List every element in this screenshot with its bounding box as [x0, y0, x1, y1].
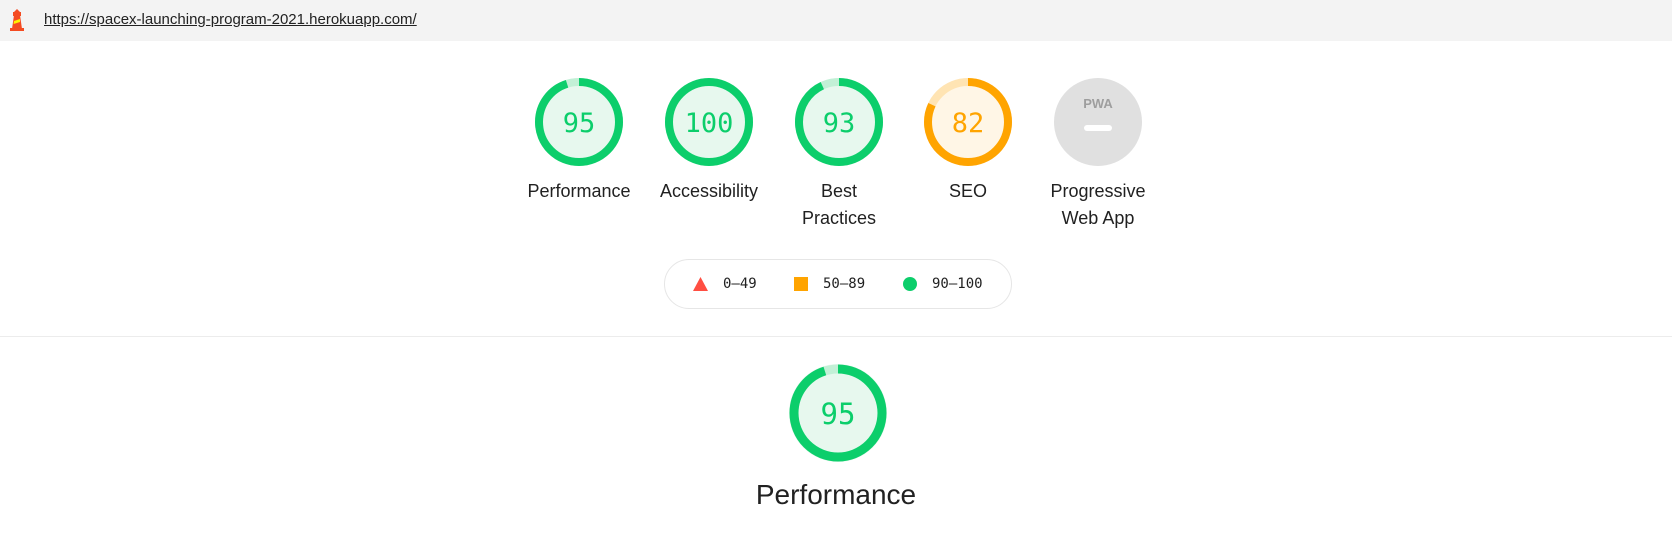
gauge-accessibility-ring: 100 [665, 78, 753, 166]
score-legend: 0–49 50–89 90–100 [664, 259, 1012, 309]
gauge-score: 95 [563, 108, 596, 139]
gauge-accessibility[interactable]: 100 Accessibility [639, 78, 779, 205]
gauge-best-practices[interactable]: 93 Best Practices [769, 78, 909, 232]
legend-marker [794, 277, 808, 291]
gauge-score: 82 [952, 108, 985, 139]
legend-marker [903, 277, 917, 291]
gauge-seo-ring: 82 [924, 78, 1012, 166]
gauge-label-line: Accessibility [659, 181, 759, 201]
report-url-link[interactable]: https://spacex-launching-program-2021.he… [44, 11, 417, 28]
gauge-label-line: Performance [527, 181, 631, 201]
gauge-label-line: Best [820, 181, 858, 201]
gauge-seo[interactable]: 82 SEO [898, 78, 1038, 205]
gauge-performance[interactable]: 95 Performance [509, 78, 649, 205]
gauge-label: Performance [509, 178, 649, 205]
section-divider [0, 336, 1672, 337]
gauge-best-practices-ring: 93 [795, 78, 883, 166]
gauge-label: Best Practices [769, 178, 909, 232]
gauge-score: 95 [821, 397, 856, 431]
gauge-label: SEO [898, 178, 1038, 205]
category-gauge-ring: 95 [789, 364, 887, 462]
lighthouse-icon [10, 9, 24, 31]
pwa-badge-background [1054, 78, 1142, 166]
legend-marker [693, 277, 708, 291]
dash-icon [1084, 125, 1112, 131]
gauge-label: Accessibility [639, 178, 779, 205]
legend-range-fail: 0–49 [723, 276, 757, 292]
pwa-badge-text: PWA [1083, 96, 1113, 111]
gauge-performance-ring: 95 [535, 78, 623, 166]
report-url-bar: https://spacex-launching-program-2021.he… [0, 0, 1672, 41]
legend-range-pass: 90–100 [932, 276, 983, 292]
gauge-pwa[interactable]: PWA Progressive Web App [1028, 78, 1168, 232]
square-icon [794, 277, 808, 291]
triangle-icon [693, 277, 708, 291]
pwa-badge: PWA [1054, 78, 1142, 166]
category-gauge-performance[interactable]: 95 [768, 364, 908, 462]
gauge-label-line: Web App [1061, 208, 1135, 228]
category-title: Performance [755, 479, 917, 510]
circle-icon [903, 277, 917, 291]
gauge-score: 93 [823, 108, 856, 139]
gauge-label-line: Practices [801, 208, 877, 228]
gauge-label-line: Progressive [1050, 181, 1146, 201]
gauge-score: 100 [685, 108, 734, 139]
gauge-label-line: SEO [948, 181, 987, 201]
legend-range-average: 50–89 [823, 276, 866, 292]
gauge-label: Progressive Web App [1028, 178, 1168, 232]
